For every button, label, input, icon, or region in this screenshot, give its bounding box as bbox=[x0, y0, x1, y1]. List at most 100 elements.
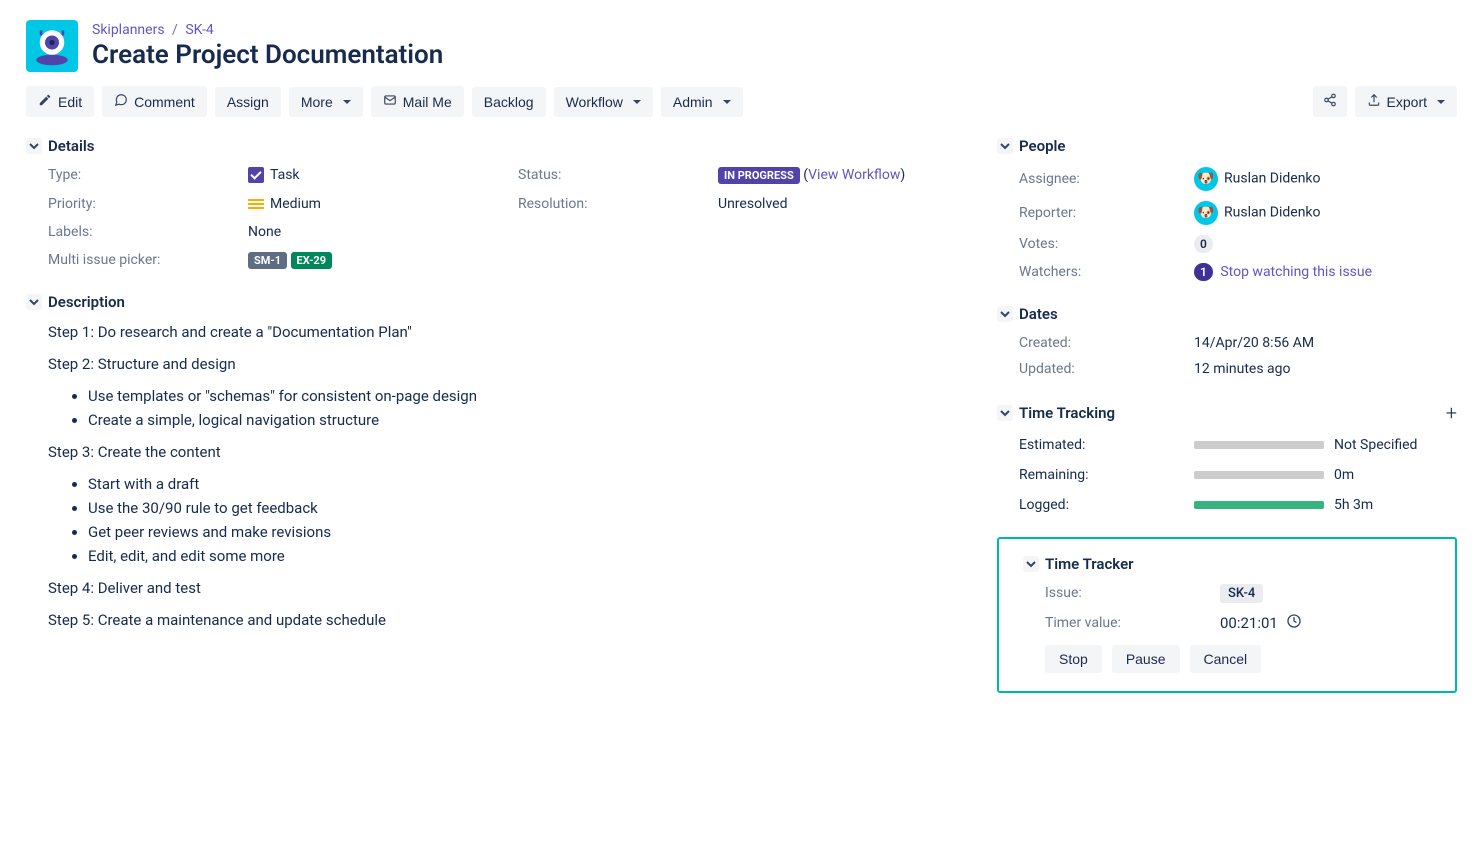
breadcrumb-sep: / bbox=[168, 22, 182, 38]
created-value: 14/Apr/20 8:56 AM bbox=[1194, 335, 1457, 351]
type-label: Type: bbox=[48, 167, 238, 184]
chevron-down-icon bbox=[26, 138, 42, 154]
priority-value: Medium bbox=[248, 196, 508, 212]
watchers-label: Watchers: bbox=[1019, 264, 1194, 280]
more-button-label: More bbox=[301, 94, 333, 110]
watchers-value: 1 Stop watching this issue bbox=[1194, 263, 1457, 281]
dates-title: Dates bbox=[1019, 305, 1058, 323]
task-icon bbox=[248, 167, 264, 183]
type-value: Task bbox=[248, 167, 508, 184]
desc-step3-c: Get peer reviews and make revisions bbox=[88, 523, 957, 541]
add-worklog-button[interactable]: + bbox=[1446, 401, 1457, 425]
multi-picker-label: Multi issue picker: bbox=[48, 252, 238, 269]
dates-header[interactable]: Dates bbox=[997, 305, 1457, 323]
issue-tag[interactable]: EX-29 bbox=[291, 252, 332, 269]
logged-value: 5h 3m bbox=[1324, 497, 1457, 513]
timetracker-title: Time Tracker bbox=[1045, 555, 1134, 573]
tracker-cancel-button[interactable]: Cancel bbox=[1190, 645, 1262, 673]
admin-button[interactable]: Admin bbox=[661, 87, 743, 117]
desc-step4: Step 4: Deliver and test bbox=[48, 579, 957, 597]
labels-label: Labels: bbox=[48, 224, 238, 240]
remaining-label: Remaining: bbox=[1019, 467, 1194, 483]
desc-step3-a: Start with a draft bbox=[88, 475, 957, 493]
assignee-value[interactable]: 🐶Ruslan Didenko bbox=[1194, 167, 1457, 191]
pencil-icon bbox=[38, 93, 52, 110]
updated-label: Updated: bbox=[1019, 361, 1194, 377]
page-header: Skiplanners / SK-4 Create Project Docume… bbox=[26, 20, 1457, 72]
backlog-button[interactable]: Backlog bbox=[472, 87, 546, 117]
description-title: Description bbox=[48, 293, 125, 311]
avatar: 🐶 bbox=[1194, 167, 1218, 191]
breadcrumb-project[interactable]: Skiplanners bbox=[92, 22, 165, 38]
project-icon bbox=[26, 20, 78, 72]
desc-step3-b: Use the 30/90 rule to get feedback bbox=[88, 499, 957, 517]
mail-button-label: Mail Me bbox=[403, 94, 452, 110]
comment-icon bbox=[114, 93, 128, 110]
people-header[interactable]: People bbox=[997, 137, 1457, 155]
view-workflow-link[interactable]: View Workflow bbox=[808, 167, 900, 183]
description-header[interactable]: Description bbox=[26, 293, 957, 311]
admin-button-label: Admin bbox=[673, 94, 713, 110]
priority-label: Priority: bbox=[48, 196, 238, 212]
description-body: Step 1: Do research and create a "Docume… bbox=[48, 323, 957, 629]
chevron-down-icon bbox=[997, 138, 1013, 154]
reporter-value[interactable]: 🐶Ruslan Didenko bbox=[1194, 201, 1457, 225]
chevron-down-icon bbox=[26, 294, 42, 310]
more-button[interactable]: More bbox=[289, 87, 363, 117]
details-header[interactable]: Details bbox=[26, 137, 957, 155]
timetracking-header[interactable]: Time Tracking bbox=[997, 404, 1115, 422]
issue-tag[interactable]: SM-1 bbox=[248, 252, 287, 269]
estimated-label: Estimated: bbox=[1019, 437, 1194, 453]
desc-step2-b: Create a simple, logical navigation stru… bbox=[88, 411, 957, 429]
created-label: Created: bbox=[1019, 335, 1194, 351]
logged-bar bbox=[1194, 501, 1324, 509]
clock-icon bbox=[1286, 613, 1302, 633]
breadcrumb: Skiplanners / SK-4 bbox=[92, 22, 443, 38]
export-button-label: Export bbox=[1387, 94, 1427, 110]
workflow-button[interactable]: Workflow bbox=[554, 87, 653, 117]
tracker-issue-value[interactable]: SK-4 bbox=[1220, 584, 1263, 603]
votes-label: Votes: bbox=[1019, 236, 1194, 252]
status-badge: IN PROGRESS bbox=[718, 167, 800, 184]
edit-button-label: Edit bbox=[58, 94, 82, 110]
share-icon bbox=[1323, 93, 1337, 110]
timer-value: 00:21:01 bbox=[1220, 613, 1431, 633]
desc-step3: Step 3: Create the content bbox=[48, 443, 957, 461]
resolution-label: Resolution: bbox=[518, 196, 708, 212]
tracker-stop-button[interactable]: Stop bbox=[1045, 645, 1102, 673]
export-button[interactable]: Export bbox=[1355, 86, 1457, 117]
tracker-pause-button[interactable]: Pause bbox=[1112, 645, 1180, 673]
assign-button[interactable]: Assign bbox=[215, 87, 281, 117]
comment-button[interactable]: Comment bbox=[102, 86, 207, 117]
avatar: 🐶 bbox=[1194, 201, 1218, 225]
toolbar: Edit Comment Assign More Mail Me Backlog… bbox=[26, 86, 1457, 117]
votes-count: 0 bbox=[1194, 235, 1213, 253]
votes-value: 0 bbox=[1194, 235, 1457, 253]
breadcrumb-key[interactable]: SK-4 bbox=[185, 22, 213, 38]
mail-button[interactable]: Mail Me bbox=[371, 86, 464, 117]
desc-step2-a: Use templates or "schemas" for consisten… bbox=[88, 387, 957, 405]
estimated-value: Not Specified bbox=[1324, 437, 1457, 453]
desc-step1: Step 1: Do research and create a "Docume… bbox=[48, 323, 957, 341]
details-title: Details bbox=[48, 137, 94, 155]
status-value: IN PROGRESS (View Workflow) bbox=[718, 167, 957, 184]
labels-value: None bbox=[248, 224, 957, 240]
resolution-value: Unresolved bbox=[718, 196, 957, 212]
time-tracker-panel: Time Tracker Issue: SK-4 Timer value: 00… bbox=[997, 537, 1457, 693]
share-button[interactable] bbox=[1313, 86, 1347, 117]
desc-step5: Step 5: Create a maintenance and update … bbox=[48, 611, 957, 629]
page-title: Create Project Documentation bbox=[92, 40, 443, 70]
people-title: People bbox=[1019, 137, 1066, 155]
stop-watching-link[interactable]: Stop watching this issue bbox=[1220, 264, 1372, 280]
tracker-issue-label: Issue: bbox=[1045, 585, 1220, 601]
remaining-bar bbox=[1194, 471, 1324, 479]
edit-button[interactable]: Edit bbox=[26, 86, 94, 117]
timetracking-title: Time Tracking bbox=[1019, 404, 1115, 422]
chevron-down-icon bbox=[1023, 556, 1039, 572]
chevron-down-icon bbox=[997, 405, 1013, 421]
watchers-count: 1 bbox=[1194, 263, 1213, 281]
timetracker-header[interactable]: Time Tracker bbox=[1023, 555, 1431, 573]
mail-icon bbox=[383, 93, 397, 110]
timer-value-label: Timer value: bbox=[1045, 615, 1220, 631]
status-label: Status: bbox=[518, 167, 708, 184]
